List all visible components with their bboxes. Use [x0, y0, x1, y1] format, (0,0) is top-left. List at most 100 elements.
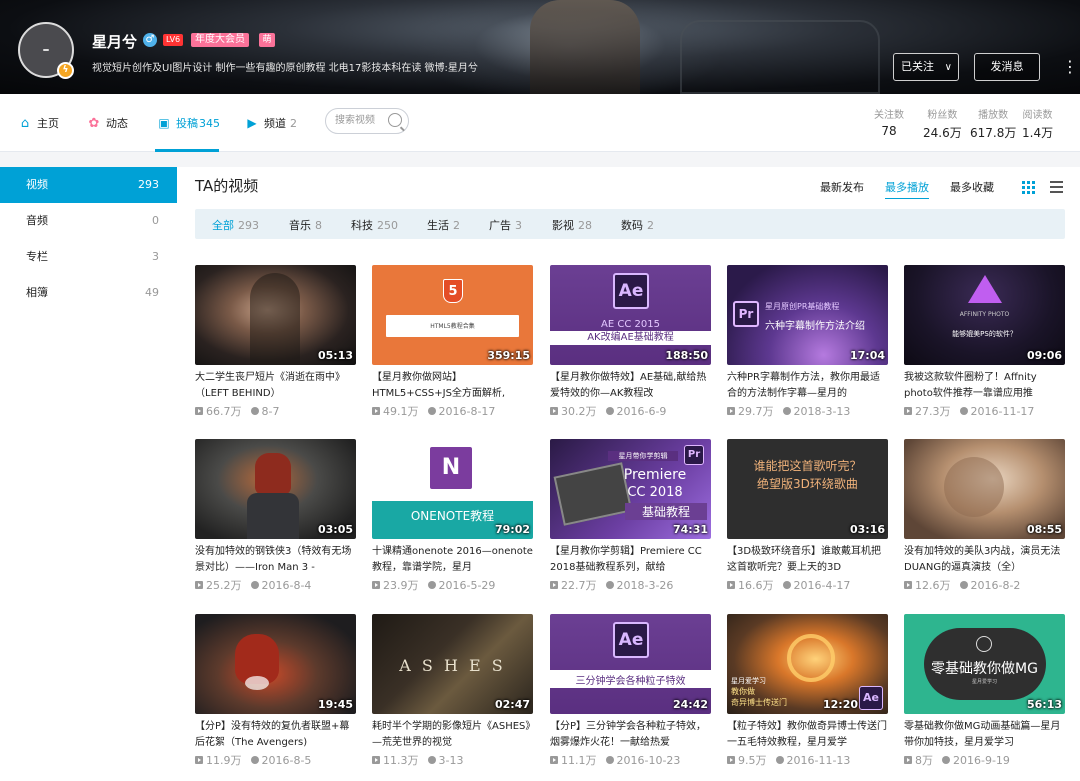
vip-badge[interactable]: 年度大会员	[191, 33, 249, 47]
video-title[interactable]: 大二学生丧尸短片《消逝在雨中》（LEFT BEHIND）	[195, 370, 356, 402]
filter-digital[interactable]: 数码 2	[621, 217, 654, 233]
video-card[interactable]: 5 HTML5教程合集 359:15 【星月教你做网站】HTML5+CSS+JS…	[372, 265, 533, 425]
video-title[interactable]: 【星月教你做特效】AE基础,献给热爱特效的你—AK教程改	[550, 370, 711, 402]
play-count-icon	[195, 407, 203, 415]
stat-followers[interactable]: 粉丝数 24.6万	[923, 106, 962, 141]
stat-label: 关注数	[874, 110, 904, 121]
video-title[interactable]: 零基础教你做MG动画基础篇—星月带你加特技，星月爱学习	[904, 719, 1065, 751]
video-card[interactable]: 08:55 没有加特效的美队3内战，演员无法DUANG的逼真演技（全） 12.6…	[904, 439, 1065, 599]
video-thumbnail[interactable]: Ae AE CC 2015 AK改编AE基础教程 188:50	[550, 265, 711, 365]
search-icon[interactable]	[388, 113, 402, 127]
video-thumbnail[interactable]: Pr 星月原创PR基础教程 六种字幕制作方法介绍 17:04	[727, 265, 888, 365]
video-thumbnail[interactable]: 5 HTML5教程合集 359:15	[372, 265, 533, 365]
video-thumbnail[interactable]: 19:45	[195, 614, 356, 714]
video-card[interactable]: Ae 三分钟学会各种粒子特效 24:42 【分P】三分钟学会各种粒子特效，烟雾爆…	[550, 614, 711, 774]
upload-date: 2016-8-5	[261, 754, 312, 767]
more-options-icon[interactable]: ⋮	[1062, 56, 1078, 78]
video-thumbnail[interactable]: Ae 三分钟学会各种粒子特效 24:42	[550, 614, 711, 714]
video-thumbnail[interactable]: N ONENOTE教程 79:02	[372, 439, 533, 539]
video-duration: 74:31	[672, 523, 708, 536]
video-thumbnail[interactable]: 零基础教你做MG 星月爱学习 56:13	[904, 614, 1065, 714]
message-button[interactable]: 发消息	[974, 53, 1040, 81]
filter-life[interactable]: 生活 2	[427, 217, 460, 233]
follow-button[interactable]: 已关注 ∨	[893, 53, 959, 81]
video-card[interactable]: 05:13 大二学生丧尸短片《消逝在雨中》（LEFT BEHIND） 66.7万…	[195, 265, 356, 425]
thumb-caption: 星月带你学剪辑	[608, 451, 678, 461]
video-title[interactable]: 六种PR字幕制作方法，教你用最适合的方法制作字幕—星月的	[727, 370, 888, 402]
video-card[interactable]: 星月带你学剪辑 Pr Premiere CC 2018 基础教程 74:31 【…	[550, 439, 711, 599]
video-title[interactable]: 没有加特效的钢铁侠3（特效有无场景对比）——Iron Man 3 -	[195, 544, 356, 576]
video-title[interactable]: 【星月教你学剪辑】Premiere CC 2018基础教程系列，献给	[550, 544, 711, 576]
sidebar-item-column[interactable]: 专栏 3	[0, 239, 177, 275]
clock-icon	[250, 407, 259, 415]
clock-icon	[427, 581, 436, 589]
video-card[interactable]: N ONENOTE教程 79:02 十课精通onenote 2016—oneno…	[372, 439, 533, 599]
stat-following[interactable]: 关注数 78	[874, 106, 904, 138]
sort-newest[interactable]: 最新发布	[820, 179, 864, 195]
upload-date: 2016-6-9	[616, 405, 667, 418]
video-thumbnail[interactable]: 谁能把这首歌听完？ 绝望版3D环绕歌曲 03:16	[727, 439, 888, 539]
video-thumbnail[interactable]: 星月带你学剪辑 Pr Premiere CC 2018 基础教程 74:31	[550, 439, 711, 539]
tab-upload[interactable]: ▣ 投稿 345	[157, 113, 220, 133]
play-count: 25.2万	[206, 579, 242, 592]
video-title[interactable]: 【星月教你做网站】HTML5+CSS+JS全方面解析,	[372, 370, 533, 402]
grid-view-icon[interactable]	[1022, 181, 1035, 194]
tab-dynamic[interactable]: ✿ 动态	[87, 113, 128, 133]
clock-icon	[782, 581, 791, 589]
search-placeholder: 搜索视频	[335, 115, 375, 126]
sort-most-played[interactable]: 最多播放	[885, 179, 929, 199]
filter-music[interactable]: 音乐 8	[289, 217, 322, 233]
video-thumbnail[interactable]: 08:55	[904, 439, 1065, 539]
filter-ads[interactable]: 广告 3	[489, 217, 522, 233]
sidebar-item-video[interactable]: 视频 293	[0, 167, 177, 203]
tab-channel[interactable]: ▶ 频道 2	[245, 113, 297, 133]
video-title[interactable]: 没有加特效的美队3内战，演员无法DUANG的逼真演技（全）	[904, 544, 1065, 576]
thumb-caption: 谁能把这首歌听完？	[753, 459, 862, 473]
video-card[interactable]: 03:05 没有加特效的钢铁侠3（特效有无场景对比）——Iron Man 3 -…	[195, 439, 356, 599]
video-card[interactable]: 零基础教你做MG 星月爱学习 56:13 零基础教你做MG动画基础篇—星月带你加…	[904, 614, 1065, 774]
tab-home[interactable]: ⌂ 主页	[18, 113, 59, 133]
video-card[interactable]: Ae AE CC 2015 AK改编AE基础教程 188:50 【星月教你做特效…	[550, 265, 711, 425]
video-title[interactable]: 【分P】没有特效的复仇者联盟+幕后花絮（The Avengers)	[195, 719, 356, 751]
video-duration: 08:55	[1026, 523, 1062, 536]
video-title[interactable]: 我被这款软件圈粉了！Affnity photo软件推荐一靠谱应用推	[904, 370, 1065, 402]
video-thumbnail[interactable]: 星月爱学习 教你做 奇异博士传送门 Ae 12:20	[727, 614, 888, 714]
filter-film[interactable]: 影视 28	[552, 217, 592, 233]
video-card[interactable]: 谁能把这首歌听完？ 绝望版3D环绕歌曲 03:16 【3D极致环绕音乐】谁敢戴耳…	[727, 439, 888, 599]
play-count-icon	[727, 407, 735, 415]
video-title[interactable]: 十课精通onenote 2016—onenote教程，靠谱学院，星月	[372, 544, 533, 576]
clock-icon	[605, 756, 614, 764]
upload-date: 2016-4-17	[793, 579, 851, 592]
play-count-icon	[372, 581, 380, 589]
category-filter-bar: 全部 293 音乐 8 科技 250 生活 2 广告 3 影视 28 数码 2	[195, 209, 1065, 239]
video-card[interactable]: Pr 星月原创PR基础教程 六种字幕制作方法介绍 17:04 六种PR字幕制作方…	[727, 265, 888, 425]
video-card[interactable]: 19:45 【分P】没有特效的复仇者联盟+幕后花絮（The Avengers) …	[195, 614, 356, 774]
video-title[interactable]: 耗时半个学期的影像短片《ASHES》—荒芜世界的视觉	[372, 719, 533, 751]
thumb-caption: HTML5教程合集	[430, 323, 475, 330]
sort-most-favorited[interactable]: 最多收藏	[950, 179, 994, 195]
video-title[interactable]: 【3D极致环绕音乐】谁敢戴耳机把这首歌听完？要上天的3D	[727, 544, 888, 576]
filter-all[interactable]: 全部 293	[212, 217, 259, 233]
video-thumbnail[interactable]: 03:05	[195, 439, 356, 539]
list-view-icon[interactable]	[1050, 181, 1063, 194]
video-card[interactable]: 星月爱学习 教你做 奇异博士传送门 Ae 12:20 【粒子特效】教你做奇异博士…	[727, 614, 888, 774]
video-thumbnail[interactable]: A S H E S 02:47	[372, 614, 533, 714]
thumb-caption-2: Premiere	[623, 467, 687, 483]
sidebar-item-album[interactable]: 相簿 49	[0, 275, 177, 311]
video-thumbnail[interactable]: AFFINITY PHOTO 能够媲美PS的软件？ 09:06	[904, 265, 1065, 365]
video-title[interactable]: 【粒子特效】教你做奇异博士传送门一五毛特效教程，星月爱学	[727, 719, 888, 751]
username: 星月兮	[92, 33, 138, 51]
video-card[interactable]: A S H E S 02:47 耗时半个学期的影像短片《ASHES》—荒芜世界的…	[372, 614, 533, 774]
clock-icon	[959, 581, 968, 589]
sidebar-item-audio[interactable]: 音频 0	[0, 203, 177, 239]
dynamic-icon: ✿	[88, 115, 100, 131]
filter-tech[interactable]: 科技 250	[351, 217, 398, 233]
search-input[interactable]: 搜索视频	[325, 108, 409, 134]
video-card[interactable]: AFFINITY PHOTO 能够媲美PS的软件？ 09:06 我被这款软件圈粉…	[904, 265, 1065, 425]
stat-plays: 播放数 617.8万	[970, 106, 1016, 141]
play-count: 11.9万	[206, 754, 242, 767]
video-thumbnail[interactable]: 05:13	[195, 265, 356, 365]
play-count: 30.2万	[561, 405, 597, 418]
video-title[interactable]: 【分P】三分钟学会各种粒子特效，烟雾爆炸火花！一献给热爱	[550, 719, 711, 751]
thumb-caption-2: AK改编AE基础教程	[587, 332, 674, 343]
